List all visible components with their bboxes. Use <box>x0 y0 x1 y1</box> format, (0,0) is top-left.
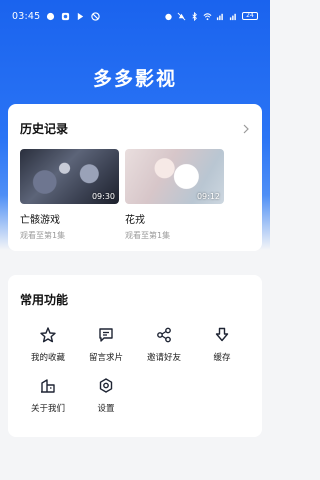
mute-icon <box>177 12 186 21</box>
app-title: 多多影视 <box>92 68 177 90</box>
watch-progress: 观看至第1集 <box>125 231 171 240</box>
favorites-button[interactable]: 我的收藏 <box>19 326 77 363</box>
video-title: 花戎 <box>125 215 145 226</box>
share-icon <box>155 326 173 344</box>
settings-button[interactable]: 设置 <box>77 377 135 414</box>
alarm-icon <box>164 12 173 21</box>
video-duration: 09:12 <box>196 192 220 201</box>
history-item[interactable]: 09:30 亡骸游戏 观看至第1集 <box>20 149 119 241</box>
about-us-label: 关于我们 <box>30 404 65 414</box>
bluetooth-icon <box>190 11 199 21</box>
history-item[interactable]: 09:12 花戎 观看至第1集 <box>125 149 224 241</box>
gear-icon <box>97 377 115 395</box>
favorites-label: 我的收藏 <box>30 353 65 363</box>
video-duration: 09:30 <box>91 192 115 201</box>
invite-friends-button[interactable]: 邀请好友 <box>135 326 193 363</box>
cache-label: 缓存 <box>213 353 231 363</box>
wechat-icon <box>61 12 70 21</box>
message-icon <box>97 326 115 344</box>
request-movie-label: 留言求片 <box>88 353 123 363</box>
cache-button[interactable]: 缓存 <box>193 326 251 363</box>
video-thumbnail[interactable]: 09:12 <box>125 149 224 204</box>
functions-title: 常用功能 <box>20 293 69 307</box>
functions-header: 常用功能 <box>8 275 262 308</box>
status-bar: 03:45 24 <box>0 0 270 32</box>
functions-card: 常用功能 我的收藏 留言求片 邀请好友 缓存 关于我们 设置 <box>8 275 262 437</box>
request-movie-button[interactable]: 留言求片 <box>77 326 135 363</box>
history-header[interactable]: 历史记录 <box>8 104 262 137</box>
video-title: 亡骸游戏 <box>20 215 60 226</box>
history-card: 历史记录 09:30 亡骸游戏 观看至第1集 09:12 花戎 观看至第1集 <box>8 104 262 251</box>
functions-grid: 我的收藏 留言求片 邀请好友 缓存 关于我们 设置 <box>8 308 262 414</box>
location-icon <box>76 12 85 21</box>
settings-label: 设置 <box>97 404 115 414</box>
notification-icon <box>46 12 55 21</box>
signal-icon <box>216 12 225 21</box>
download-icon <box>213 326 231 344</box>
status-time: 03:45 <box>12 10 41 22</box>
block-icon <box>91 11 101 21</box>
battery-indicator: 24 <box>242 12 258 20</box>
watch-progress: 观看至第1集 <box>20 231 66 240</box>
signal-icon-2 <box>229 12 238 21</box>
chevron-right-icon[interactable] <box>242 124 250 134</box>
video-thumbnail[interactable]: 09:30 <box>20 149 119 204</box>
history-list: 09:30 亡骸游戏 观看至第1集 09:12 花戎 观看至第1集 <box>8 137 262 241</box>
history-title: 历史记录 <box>20 122 69 136</box>
invite-friends-label: 邀请好友 <box>146 353 181 363</box>
star-icon <box>39 326 57 344</box>
about-us-button[interactable]: 关于我们 <box>19 377 77 414</box>
building-icon <box>39 377 57 395</box>
wifi-icon <box>203 12 212 21</box>
